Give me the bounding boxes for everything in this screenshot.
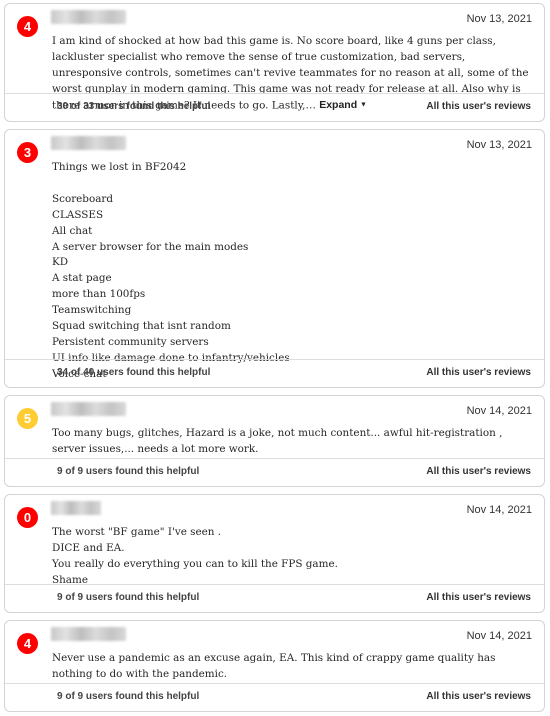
review-card: 4 Nov 13, 2021 I am kind of shocked at h… xyxy=(4,3,545,122)
review-date: Nov 13, 2021 xyxy=(466,139,532,151)
review-card: 5 Nov 14, 2021 Too many bugs, glitches, … xyxy=(4,395,545,487)
username-blurred[interactable] xyxy=(51,10,126,24)
review-card: 0 Nov 14, 2021 The worst "BF game" I've … xyxy=(4,494,545,613)
username-blurred[interactable] xyxy=(51,402,126,416)
review-text: Too many bugs, glitches, Hazard is a jok… xyxy=(52,427,503,455)
all-user-reviews-link[interactable]: All this user's reviews xyxy=(426,592,531,603)
review-card: 4 Nov 14, 2021 Never use a pandemic as a… xyxy=(4,620,545,712)
all-user-reviews-link[interactable]: All this user's reviews xyxy=(426,466,531,477)
score-badge: 3 xyxy=(17,142,38,163)
review-footer: 9 of 9 users found this helpful All this… xyxy=(5,683,544,711)
review-date: Nov 14, 2021 xyxy=(466,405,532,417)
review-text: Never use a pandemic as an excuse again,… xyxy=(52,652,496,680)
helpful-count: 30 of 33 users found this helpful xyxy=(57,101,211,112)
username-blurred[interactable] xyxy=(51,501,101,515)
helpful-count: 9 of 9 users found this helpful xyxy=(57,691,200,702)
all-user-reviews-link[interactable]: All this user's reviews xyxy=(426,101,531,112)
review-footer: 34 of 40 users found this helpful All th… xyxy=(5,359,544,387)
all-user-reviews-link[interactable]: All this user's reviews xyxy=(426,367,531,378)
helpful-count: 34 of 40 users found this helpful xyxy=(57,367,211,378)
review-footer: 30 of 33 users found this helpful All th… xyxy=(5,93,544,121)
score-badge: 4 xyxy=(17,633,38,654)
review-text: Things we lost in BF2042 Scoreboard CLAS… xyxy=(52,161,290,380)
review-text: The worst "BF game" I've seen . DICE and… xyxy=(52,526,338,586)
username-blurred[interactable] xyxy=(51,136,126,150)
review-footer: 9 of 9 users found this helpful All this… xyxy=(5,458,544,486)
score-badge: 5 xyxy=(17,408,38,429)
review-date: Nov 13, 2021 xyxy=(466,13,532,25)
review-footer: 9 of 9 users found this helpful All this… xyxy=(5,584,544,612)
username-blurred[interactable] xyxy=(51,627,126,641)
review-date: Nov 14, 2021 xyxy=(466,504,532,516)
helpful-count: 9 of 9 users found this helpful xyxy=(57,466,200,477)
score-badge: 4 xyxy=(17,16,38,37)
all-user-reviews-link[interactable]: All this user's reviews xyxy=(426,691,531,702)
helpful-count: 9 of 9 users found this helpful xyxy=(57,592,200,603)
score-badge: 0 xyxy=(17,507,38,528)
review-card: 3 Nov 13, 2021 Things we lost in BF2042 … xyxy=(4,129,545,388)
review-date: Nov 14, 2021 xyxy=(466,630,532,642)
